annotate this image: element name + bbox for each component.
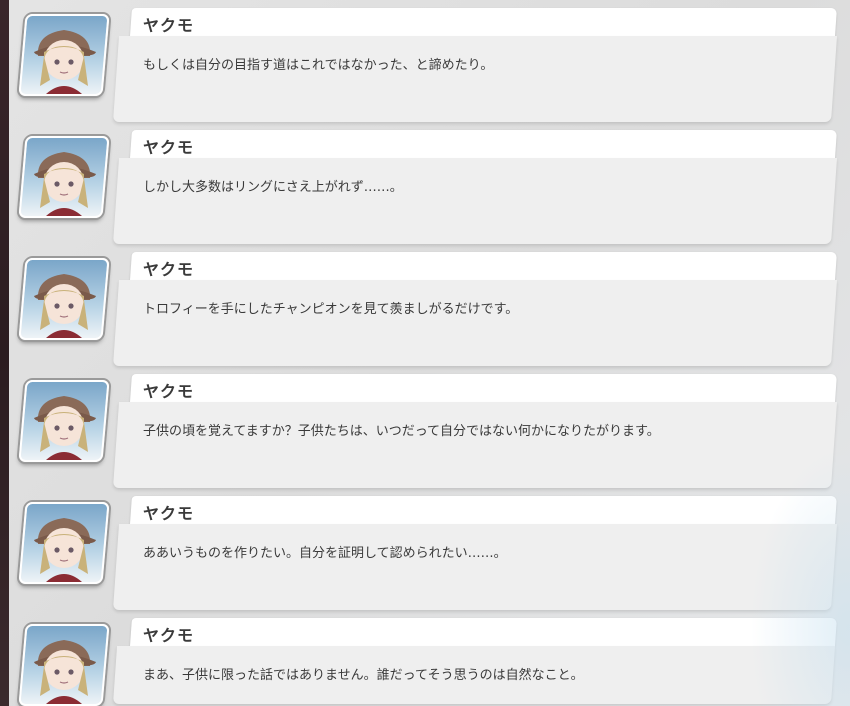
- message-text: しかし大多数はリングにさえ上がれず……。: [143, 180, 403, 195]
- log-entry: ヤクモ 子供の頃を覚えてますか？子供たちは、いつだって自分ではない何かになりたが…: [9, 374, 850, 490]
- speaker-name: ヤクモ: [143, 138, 195, 157]
- message-text: もしくは自分の目指す道はこれではなかった、と諦めたり。: [143, 58, 494, 73]
- message-bubble: [113, 36, 838, 122]
- log-entry: ヤクモ もしくは自分の目指す道はこれではなかった、と諦めたり。: [9, 8, 850, 124]
- character-portrait-icon: [18, 136, 110, 218]
- speaker-name: ヤクモ: [143, 16, 195, 35]
- log-entry: ヤクモ トロフィーを手にしたチャンピオンを見て羨ましがるだけです。: [9, 252, 850, 368]
- speaker-name-bar: [130, 618, 837, 646]
- character-portrait-icon: [18, 380, 110, 462]
- message-text: まあ、子供に限った話ではありません。誰だってそう思うのは自然なこと。: [143, 668, 584, 683]
- dialogue-log-panel[interactable]: ヤクモ もしくは自分の目指す道はこれではなかった、と諦めたり。 ヤクモ しかし大…: [9, 0, 850, 706]
- message-text: ああいうものを作りたい。自分を証明して認められたい……。: [143, 546, 507, 561]
- speaker-name-bar: [130, 130, 837, 158]
- message-text: 子供の頃を覚えてますか？子供たちは、いつだって自分ではない何かになりたがります。: [143, 424, 660, 439]
- speaker-name: ヤクモ: [143, 382, 195, 401]
- character-portrait-icon: [18, 14, 110, 96]
- message-bubble: [113, 280, 838, 366]
- speaker-name: ヤクモ: [143, 626, 195, 645]
- log-entry: ヤクモ ああいうものを作りたい。自分を証明して認められたい……。: [9, 496, 850, 612]
- speaker-name: ヤクモ: [143, 260, 195, 279]
- log-entry: ヤクモ しかし大多数はリングにさえ上がれず……。: [9, 130, 850, 246]
- speaker-name-bar: [130, 496, 837, 524]
- speaker-name-bar: [130, 252, 837, 280]
- character-portrait-icon: [18, 624, 110, 706]
- message-bubble: [113, 158, 838, 244]
- character-portrait-icon: [18, 502, 110, 584]
- speaker-name: ヤクモ: [143, 504, 195, 523]
- message-bubble: [113, 524, 838, 610]
- background-edge: [0, 0, 9, 706]
- character-portrait-icon: [18, 258, 110, 340]
- speaker-name-bar: [130, 374, 837, 402]
- speaker-name-bar: [130, 8, 837, 36]
- log-entry: ヤクモ まあ、子供に限った話ではありません。誰だってそう思うのは自然なこと。: [9, 618, 850, 706]
- message-bubble: [113, 402, 838, 488]
- message-text: トロフィーを手にしたチャンピオンを見て羨ましがるだけです。: [143, 302, 519, 317]
